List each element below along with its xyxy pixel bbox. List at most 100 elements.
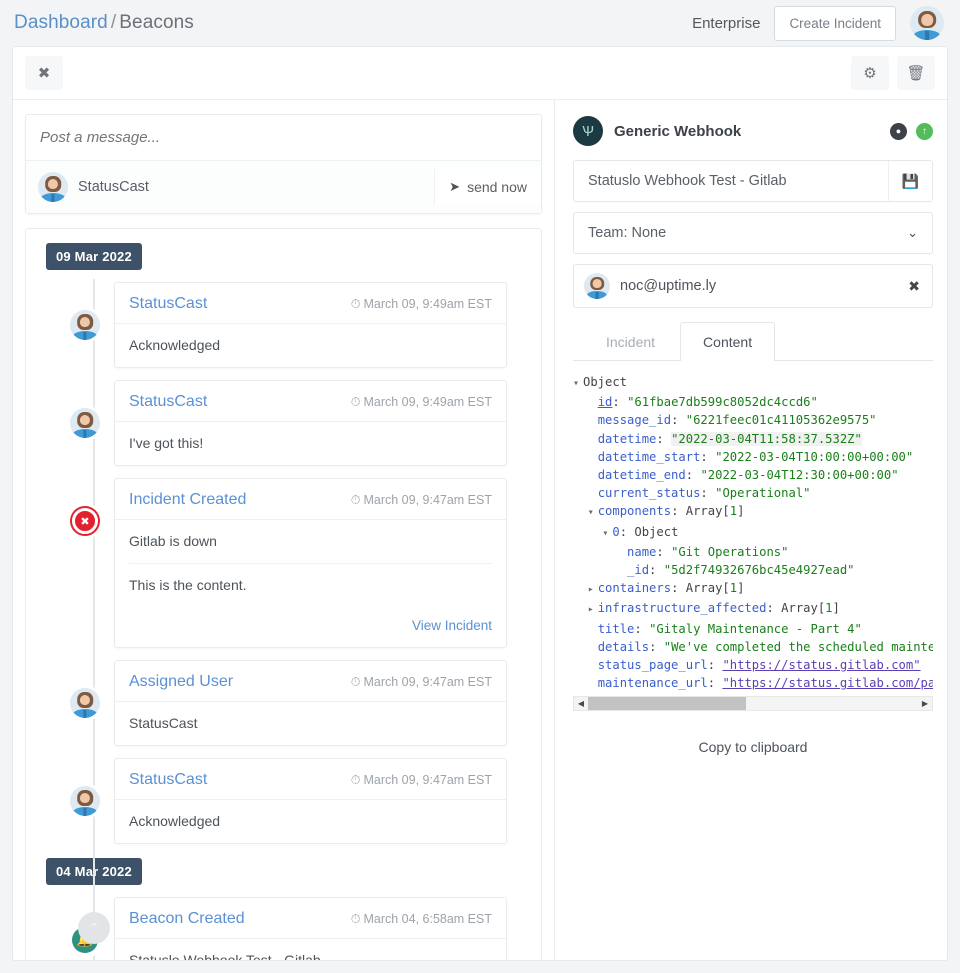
timeline-card-time: ⏱ March 09, 9:47am EST — [350, 493, 492, 507]
composer-avatar — [38, 172, 68, 202]
beacon-antenna-icon: Ѱ — [573, 116, 603, 146]
timeline-entry-incident: ✖ Incident Created ⏱ March 09, 9:47am EST… — [70, 478, 507, 648]
timeline-card: Assigned User ⏱ March 09, 9:47am EST Stat… — [114, 660, 507, 746]
timeline-entry: StatusCast ⏱ March 09, 9:49am EST I've go… — [70, 380, 507, 466]
timeline-card-head: Assigned User ⏱ March 09, 9:47am EST — [115, 661, 506, 702]
json-twisty-icon[interactable]: ▾ — [602, 525, 612, 543]
json-row: ▸ infrastructure_affected: Array[1] — [573, 599, 933, 619]
timeline-card: StatusCast ⏱ March 09, 9:47am EST Acknowl… — [114, 758, 507, 844]
timeline-card: StatusCast ⏱ March 09, 9:49am EST Acknowl… — [114, 282, 507, 368]
timeline-date-chip: 09 Mar 2022 — [46, 243, 142, 270]
tab-incident[interactable]: Incident — [583, 322, 678, 361]
timeline-card-title[interactable]: StatusCast — [129, 771, 207, 789]
timeline-card: Incident Created ⏱ March 09, 9:47am EST G… — [114, 478, 507, 648]
json-row: details: "We've completed the scheduled … — [597, 639, 933, 654]
json-row: ▸ containers: Array[1] — [573, 579, 933, 599]
timeline-entry: Assigned User ⏱ March 09, 9:47am EST Stat… — [70, 660, 507, 746]
json-row: status_page_url: "https://status.gitlab.… — [597, 658, 921, 673]
view-incident-link[interactable]: View Incident — [412, 618, 492, 633]
panel-toolbar-right: ⚙ 🗑 — [851, 56, 935, 90]
timeline-card-time: ⏱ March 09, 9:49am EST — [350, 395, 492, 409]
clock-icon: ⏱ — [350, 395, 361, 409]
json-twisty-icon[interactable]: ▸ — [588, 601, 598, 619]
send-now-button[interactable]: ➤ send now — [434, 169, 541, 205]
composer-author: StatusCast — [78, 179, 149, 195]
timeline: 09 Mar 2022 StatusCast ⏱ March 09, 9:49am… — [25, 228, 542, 960]
json-row: maintenance_url: "https://status.gitlab.… — [573, 674, 933, 692]
timeline-card-head: StatusCast ⏱ March 09, 9:49am EST — [115, 381, 506, 422]
timeline-entry: StatusCast ⏱ March 09, 9:49am EST Acknowl… — [70, 282, 507, 368]
clock-icon: ⏱ — [350, 297, 361, 311]
json-twisty-icon[interactable]: ▾ — [573, 375, 583, 393]
scroll-right-icon[interactable]: ▶ — [918, 699, 932, 708]
remove-recipient-icon[interactable]: ✖ — [908, 278, 920, 295]
incident-error-icon: ✖ — [70, 506, 100, 536]
json-twisty-icon[interactable]: ▾ — [588, 504, 598, 522]
team-select-value: Team: None — [588, 225, 667, 241]
avatar-icon — [70, 310, 100, 340]
team-select[interactable]: Team: None ⌄ — [573, 212, 933, 254]
timeline-card-title[interactable]: Assigned User — [129, 673, 233, 691]
scroll-left-icon[interactable]: ◀ — [574, 699, 588, 708]
person-icon[interactable]: ● — [890, 122, 907, 140]
beacon-tabs: Incident Content — [573, 322, 933, 361]
timeline-card-title[interactable]: StatusCast — [129, 393, 207, 411]
upload-arrow-icon[interactable]: ↑ — [916, 122, 933, 140]
timeline-card-body: Acknowledged — [129, 337, 221, 353]
avatar-icon — [70, 408, 100, 438]
json-link[interactable]: "https://status.gitlab.com/pages/ma — [722, 676, 933, 690]
clock-icon: ⏱ — [350, 675, 361, 689]
timeline-card: Beacon Created ⏱ March 04, 6:58am EST Sta… — [114, 897, 507, 960]
scroll-thumb[interactable] — [588, 697, 747, 711]
json-row: title: "Gitaly Maintenance - Part 4" — [597, 621, 862, 636]
timeline-card-extra: This is the content. — [129, 577, 247, 593]
json-link[interactable]: "https://status.gitlab.com" — [722, 658, 920, 672]
recipient-email: noc@uptime.ly — [620, 278, 717, 294]
json-row: current_status: "Operational" — [597, 486, 811, 501]
json-twisty-icon[interactable]: ▸ — [588, 581, 598, 599]
plan-label: Enterprise — [692, 14, 761, 32]
json-row: datetime_end: "2022-03-04T12:30:00+00:00… — [597, 468, 899, 483]
activity-column: StatusCast ➤ send now 09 Mar 2022 — [13, 100, 555, 960]
avatar-icon — [70, 688, 100, 718]
beacon-header-actions: ● ↑ — [890, 122, 933, 140]
timeline-card-time: ⏱ March 09, 9:49am EST — [350, 297, 492, 311]
message-composer: StatusCast ➤ send now — [25, 114, 542, 214]
timeline-card-title[interactable]: Incident Created — [129, 491, 246, 509]
breadcrumb-dashboard[interactable]: Dashboard — [14, 12, 108, 33]
beacon-name-input[interactable] — [574, 161, 888, 201]
trash-icon[interactable]: 🗑 — [897, 56, 935, 90]
json-row: datetime_start: "2022-03-04T10:00:00+00:… — [597, 449, 914, 464]
beacon-header: Ѱ Generic Webhook ● ↑ — [573, 114, 933, 160]
close-icon[interactable]: ✖ — [25, 56, 63, 90]
breadcrumb-separator: / — [110, 12, 117, 33]
timeline-card-title[interactable]: Beacon Created — [129, 910, 245, 928]
timeline-group: 04 Mar 2022 🔔 Beacon Created ⏱March 04, … — [26, 858, 541, 960]
timeline-card-head: Incident Created ⏱ March 09, 9:47am EST — [115, 479, 506, 520]
avatar-icon — [70, 786, 100, 816]
timeline-card-body: Statuslo Webhook Test - Gitlab — [129, 952, 321, 960]
tab-content[interactable]: Content — [680, 322, 776, 361]
beacon-detail-panel: ✖ ⚙ 🗑 StatusCast ➤ send now — [12, 46, 948, 961]
beacon-title: Generic Webhook — [614, 122, 742, 140]
collapse-timeline-button[interactable]: ⌃ — [78, 912, 110, 944]
json-row: name: "Git Operations" — [627, 544, 789, 559]
timeline-card-head: StatusCast ⏱ March 09, 9:49am EST — [115, 283, 506, 324]
save-icon[interactable]: 💾 — [888, 161, 932, 201]
gear-icon[interactable]: ⚙ — [851, 56, 889, 90]
timeline-card-body: StatusCast — [129, 715, 198, 731]
user-avatar[interactable] — [910, 6, 944, 40]
topbar-actions: Enterprise Create Incident — [692, 5, 944, 41]
message-input[interactable] — [26, 115, 541, 160]
topbar: Dashboard / Beacons Enterprise Create Inci… — [0, 0, 960, 46]
create-incident-button[interactable]: Create Incident — [774, 5, 896, 41]
json-viewer[interactable]: ▾ Object id: "61fbae7db599c8052dc4ccd6" m… — [573, 373, 933, 692]
timeline-card-title[interactable]: StatusCast — [129, 295, 207, 313]
timeline-card: StatusCast ⏱ March 09, 9:49am EST I've go… — [114, 380, 507, 466]
json-row: id: "61fbae7db599c8052dc4ccd6" — [597, 395, 818, 410]
json-row: ▾ 0: Object — [573, 523, 933, 543]
timeline-card-time: ⏱ March 04, 6:58am EST — [350, 912, 492, 926]
json-horizontal-scrollbar[interactable]: ◀ ▶ — [573, 696, 933, 712]
scroll-track[interactable] — [588, 697, 918, 711]
copy-to-clipboard-button[interactable]: Copy to clipboard — [573, 739, 933, 755]
